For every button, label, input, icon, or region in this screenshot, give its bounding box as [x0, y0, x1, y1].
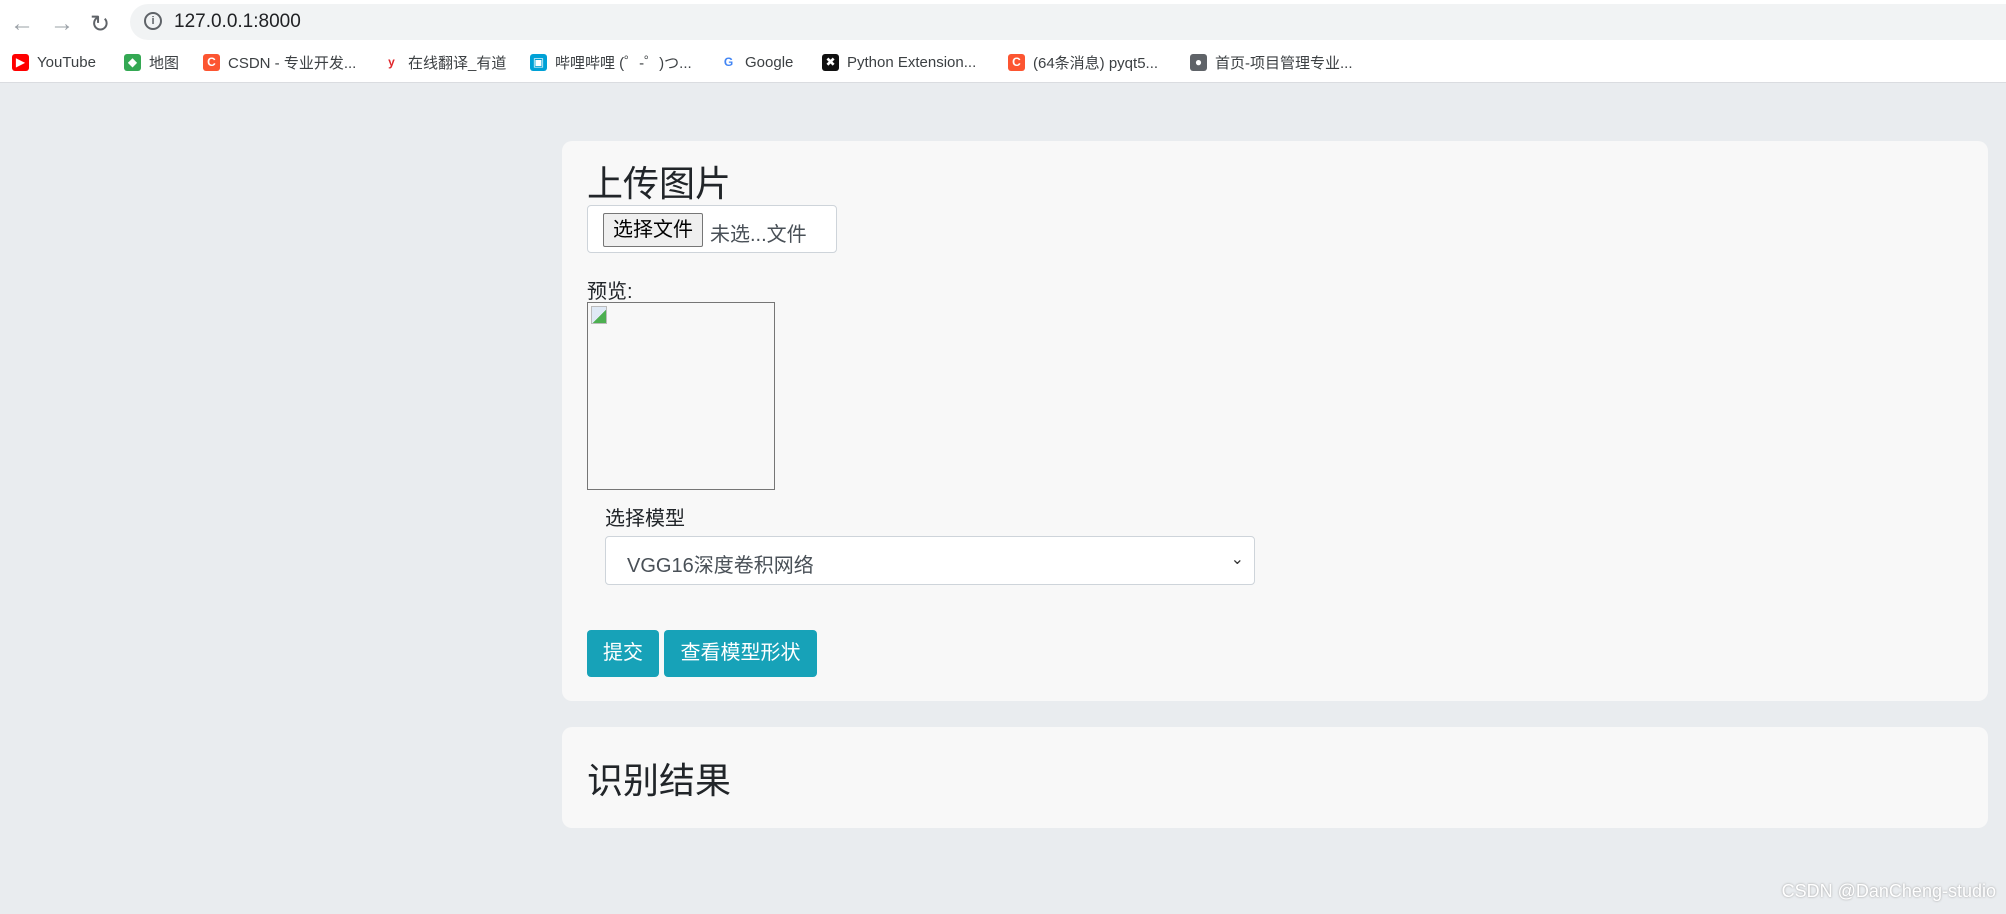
no-file-text: 未选...文件: [710, 224, 807, 246]
maps-icon: ◆: [124, 53, 141, 71]
bookmark-item[interactable]: ▶ YouTube: [12, 50, 96, 74]
csdn-icon: C: [1008, 53, 1025, 71]
bookmark-item[interactable]: ● 首页-项目管理专业...: [1190, 50, 1353, 74]
address-bar[interactable]: i 127.0.0.1:8000: [130, 4, 2006, 40]
url-text: 127.0.0.1:8000: [174, 11, 301, 32]
globe-icon: ●: [1190, 53, 1207, 71]
bookmark-item[interactable]: ✖ Python Extension...: [822, 50, 976, 74]
broken-image-icon: [591, 306, 607, 324]
preview-label: 预览:: [587, 281, 633, 303]
bookmark-label: CSDN - 专业开发...: [228, 54, 357, 72]
choose-file-button[interactable]: 选择文件: [603, 213, 703, 247]
google-icon: G: [720, 53, 737, 71]
back-icon[interactable]: ←: [10, 10, 34, 38]
result-card: [562, 727, 1988, 828]
chevron-down-icon: ⌄: [1230, 551, 1244, 568]
watermark: CSDN @DanCheng-studio: [1781, 881, 1996, 901]
python-extension-icon: ✖: [822, 53, 839, 71]
bookmark-label: Google: [745, 53, 794, 71]
model-label: 选择模型: [605, 508, 685, 530]
youtube-icon: ▶: [12, 53, 29, 71]
bookmark-label: 首页-项目管理专业...: [1215, 54, 1353, 72]
forward-icon[interactable]: →: [50, 10, 74, 38]
bookmark-item[interactable]: y 在线翻译_有道: [383, 50, 506, 74]
bookmark-label: YouTube: [37, 53, 96, 71]
bookmark-item[interactable]: ◆ 地图: [124, 50, 179, 74]
bookmark-item[interactable]: ▣ 哔哩哔哩 (゜-゜)つ...: [530, 50, 692, 74]
preview-image: [587, 302, 775, 490]
bookmark-label: 在线翻译_有道: [408, 54, 507, 72]
bookmark-label: Python Extension...: [847, 53, 977, 71]
bookmark-item[interactable]: G Google: [720, 50, 793, 74]
model-selected-value: VGG16深度卷积网络: [627, 555, 814, 577]
bilibili-icon: ▣: [530, 53, 547, 71]
browser-chrome: ← → ↻ i 127.0.0.1:8000 ▶ YouTube ◆ 地图 C CSDN …: [0, 0, 2006, 83]
bookmark-label: (64条消息) pyqt5...: [1033, 54, 1159, 72]
info-icon[interactable]: i: [144, 12, 162, 30]
view-model-shape-button[interactable]: 查看模型形状: [664, 630, 817, 677]
upload-title: 上传图片: [587, 163, 732, 204]
bookmark-label: 哔哩哔哩 (゜-゜)つ...: [555, 54, 692, 72]
result-title: 识别结果: [587, 760, 732, 801]
file-input[interactable]: 选择文件 未选...文件: [587, 205, 837, 253]
youdao-icon: y: [383, 53, 400, 71]
model-select[interactable]: VGG16深度卷积网络 ⌄: [605, 536, 1255, 585]
bookmark-item[interactable]: C (64条消息) pyqt5...: [1008, 50, 1158, 74]
csdn-icon: C: [203, 53, 220, 71]
bookmark-item[interactable]: C CSDN - 专业开发...: [203, 50, 356, 74]
reload-icon[interactable]: ↻: [90, 10, 110, 39]
bookmark-label: 地图: [149, 54, 180, 72]
submit-button[interactable]: 提交: [587, 630, 659, 677]
